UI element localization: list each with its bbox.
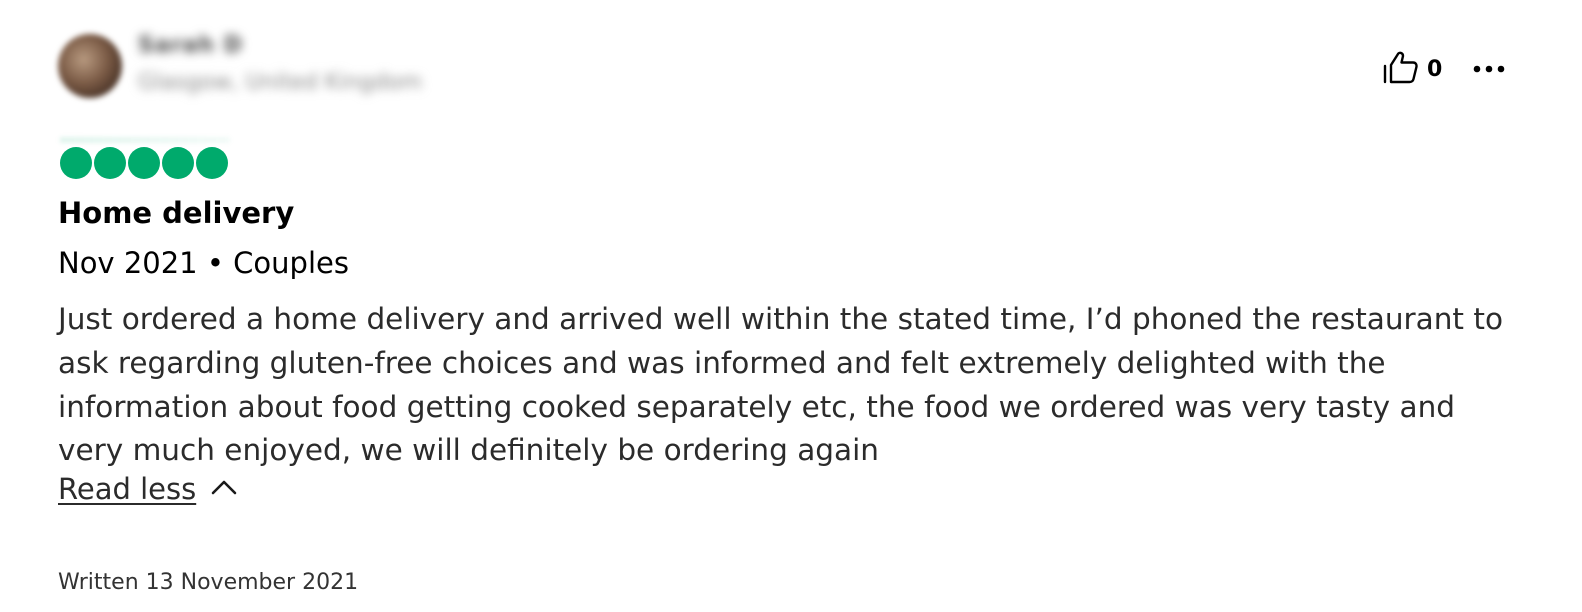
bubble-rating <box>60 147 228 179</box>
rating-bubble-icon <box>196 147 228 179</box>
reviewer-meta: Glasgow, United Kingdom <box>138 70 423 95</box>
rating-bubble-icon <box>94 147 126 179</box>
avatar[interactable] <box>58 34 122 98</box>
visit-info: Nov 2021 • Couples <box>58 246 349 280</box>
more-options-button[interactable] <box>1470 50 1508 86</box>
review-title[interactable]: Home delivery <box>58 196 294 230</box>
rating-bubble-icon <box>128 147 160 179</box>
thumbs-up-icon <box>1383 50 1419 88</box>
rating-bubble-icon <box>60 147 92 179</box>
review-body: Just ordered a home delivery and arrived… <box>58 302 1503 468</box>
read-less-button[interactable]: Read less <box>58 472 238 506</box>
more-horizontal-icon <box>1472 59 1506 78</box>
helpful-vote-button[interactable]: 0 <box>1383 50 1443 88</box>
reviewer-name[interactable]: Sarah D <box>138 33 243 58</box>
rating-bubble-icon <box>162 147 194 179</box>
written-date: Written 13 November 2021 <box>58 570 359 595</box>
helpful-count: 0 <box>1427 56 1443 82</box>
read-less-label: Read less <box>58 472 197 506</box>
rating-blur-artifact <box>60 137 230 143</box>
chevron-up-icon <box>210 478 238 500</box>
